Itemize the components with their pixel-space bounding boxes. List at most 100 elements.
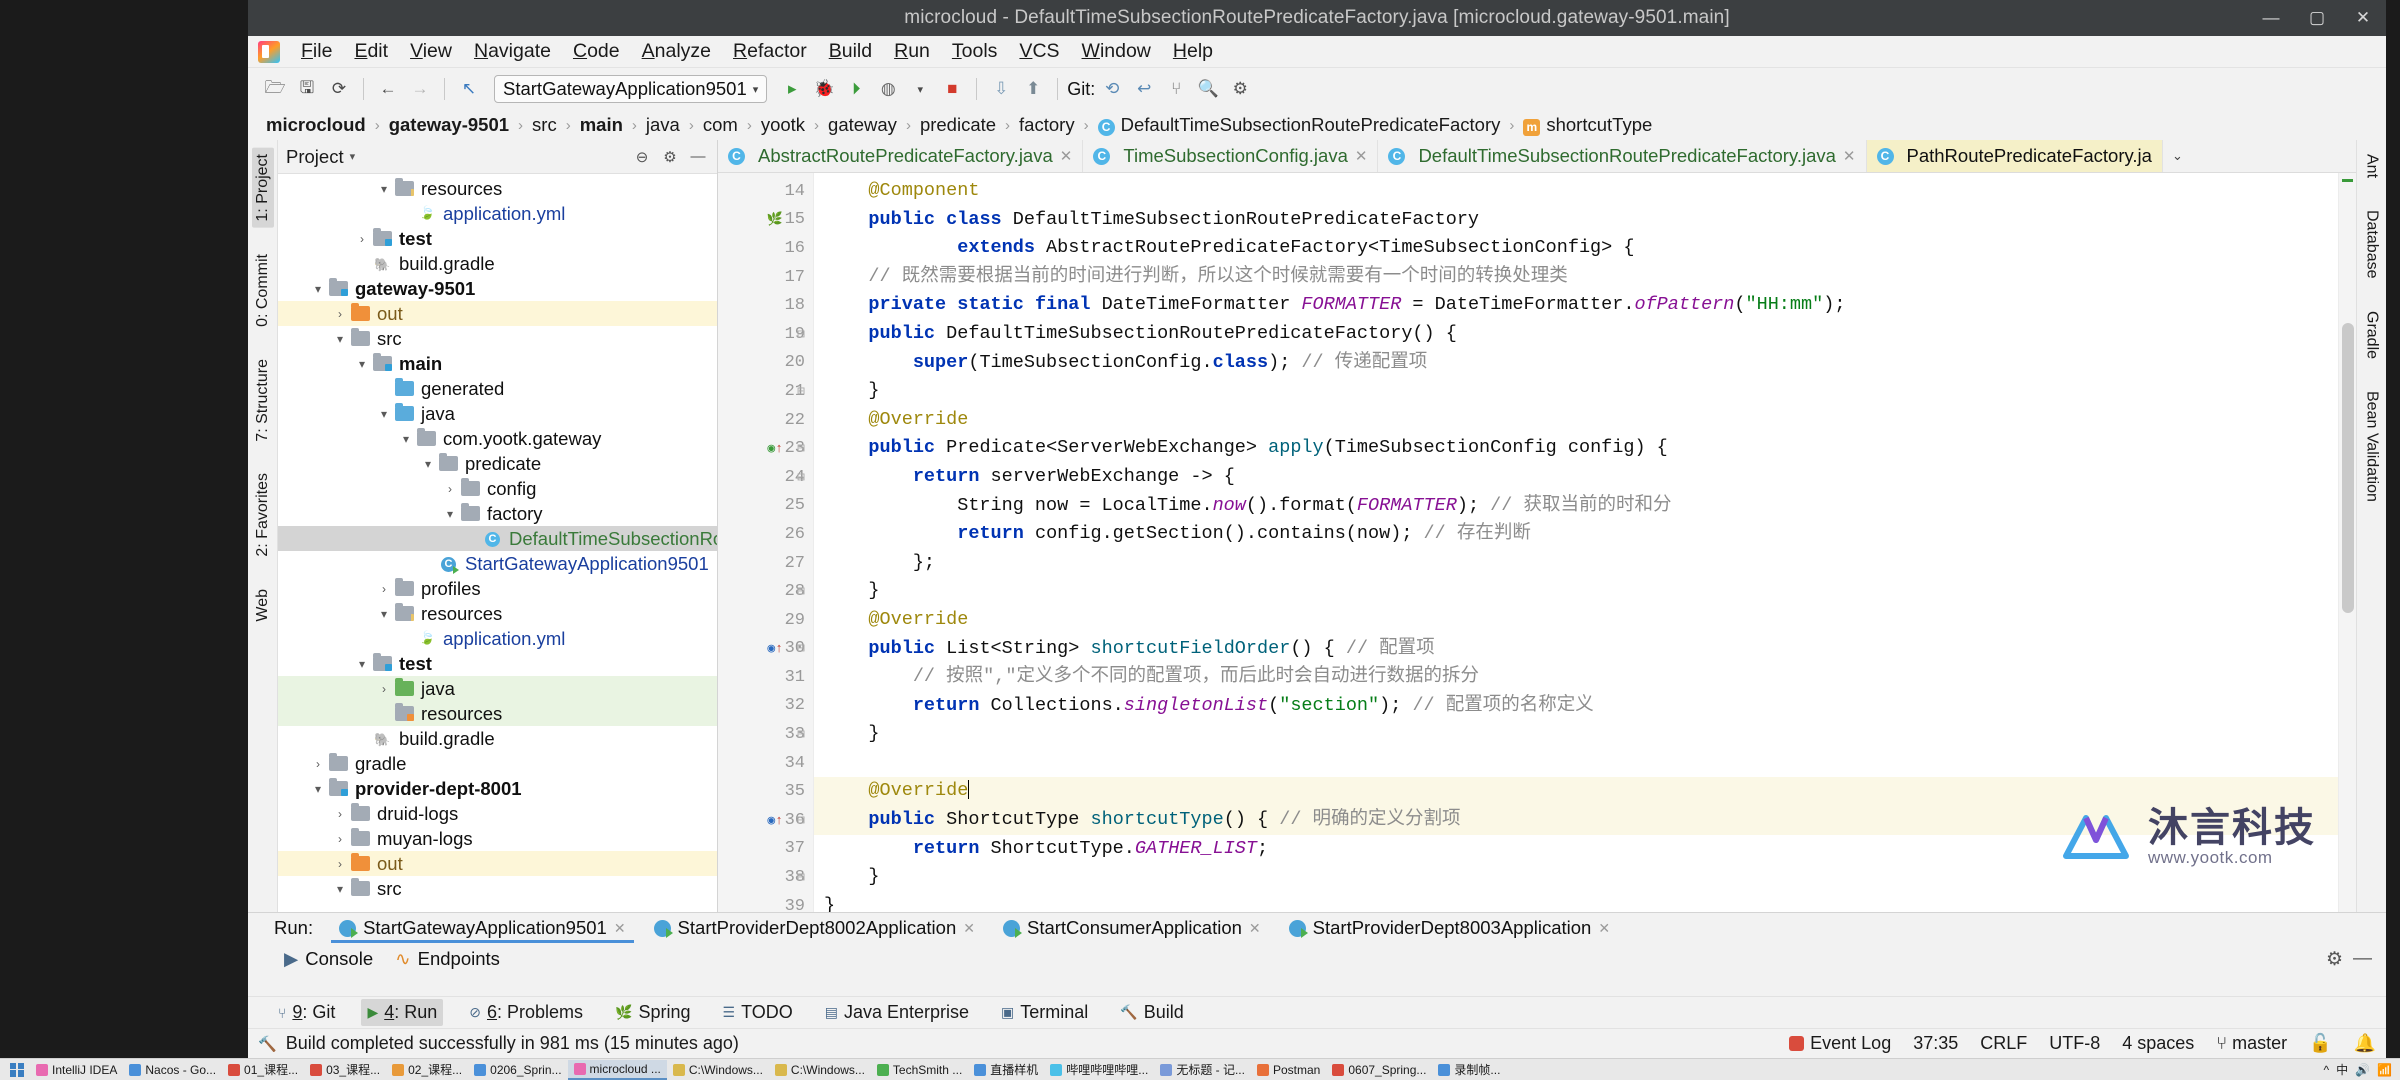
menu-item-refactor[interactable]: Refactor [722, 37, 818, 66]
profiler-icon[interactable]: ◍ [873, 74, 903, 104]
chevron-down-icon[interactable]: ▾ [374, 607, 394, 621]
breadcrumb-item-com[interactable]: com [697, 112, 744, 138]
lock-icon[interactable]: 🔓 [2309, 1033, 2331, 1054]
minimize-icon[interactable]: — [2353, 948, 2372, 970]
chevron-right-icon[interactable]: › [330, 807, 350, 821]
bottom-tab-build[interactable]: 🔨 Build [1114, 999, 1189, 1026]
sync-icon[interactable]: ⟳ [324, 74, 354, 104]
run-with-coverage-icon[interactable]: ⏵ [841, 74, 871, 104]
fold-toggle-icon[interactable]: ⊟ [793, 434, 809, 463]
breadcrumb-item-main[interactable]: main [574, 112, 629, 138]
chevron-down-icon[interactable]: ▾ [418, 457, 438, 471]
open-folder-icon[interactable]: 🗁 [260, 74, 290, 104]
tool-tab-beanvalidation[interactable]: Bean Validation [2361, 385, 2383, 508]
gutter-marker-override-green[interactable]: ◉↑ [767, 441, 783, 456]
tree-item[interactable]: ▾ test [278, 651, 717, 676]
bottom-tab-javaenterprise[interactable]: ▤ Java Enterprise [819, 999, 975, 1026]
git-commit-icon[interactable]: ⬆ [1018, 74, 1048, 104]
tree-item[interactable]: ›resources [278, 701, 717, 726]
forward-arrow-icon[interactable]: → [405, 74, 435, 104]
taskbar-item[interactable]: 03_课程... [304, 1060, 386, 1080]
breadcrumb-item-defaulttimesubsectionroutepredicatefactory[interactable]: C DefaultTimeSubsectionRoutePredicateFact… [1092, 112, 1507, 138]
taskbar-item[interactable]: 录制帧... [1432, 1060, 1506, 1080]
editor-tab-timesubsectionconfigjava[interactable]: C TimeSubsectionConfig.java ✕ [1083, 140, 1379, 172]
breadcrumb-item-factory[interactable]: factory [1013, 112, 1081, 138]
tree-item[interactable]: ›🐘build.gradle [278, 726, 717, 751]
bottom-tab-spring[interactable]: 🌿 Spring [609, 999, 696, 1026]
menu-item-navigate[interactable]: Navigate [463, 37, 562, 66]
tool-tab-7structure[interactable]: 7: Structure [252, 353, 274, 448]
breadcrumb-item-microcloud[interactable]: microcloud [260, 112, 372, 138]
update-project-icon[interactable]: ⇩ [986, 74, 1016, 104]
menu-item-view[interactable]: View [399, 37, 463, 66]
menu-item-help[interactable]: Help [1162, 37, 1224, 66]
chevron-down-icon[interactable]: ▾ [374, 182, 394, 196]
fold-toggle-icon[interactable]: ⊟ [793, 577, 809, 606]
run-configuration-selector[interactable]: StartGatewayApplication9501 ▾ [494, 75, 768, 103]
editor-tab-defaulttimesubsectionroutepredicatefactoryjava[interactable]: C DefaultTimeSubsectionRoutePredicateFact… [1378, 140, 1867, 172]
tray-icon[interactable]: ^ [2323, 1063, 2329, 1077]
breadcrumb-item-predicate[interactable]: predicate [914, 112, 1002, 138]
close-button[interactable]: ✕ [2340, 0, 2386, 36]
fold-toggle-icon[interactable]: ⊟ [793, 806, 809, 835]
close-icon[interactable]: ✕ [614, 920, 626, 937]
tree-item[interactable]: ▾ src [278, 326, 717, 351]
chevron-down-icon[interactable]: ▾ [396, 432, 416, 446]
tool-tab-1project[interactable]: 1: Project [251, 148, 274, 228]
tree-item[interactable]: › gradle [278, 751, 717, 776]
fold-toggle-icon[interactable]: ⊟ [793, 463, 809, 492]
gutter-marker-override-blue[interactable]: ◉↑ [767, 641, 783, 656]
taskbar-item[interactable]: 无标题 - 记... [1154, 1060, 1251, 1080]
tree-item[interactable]: ›🐘build.gradle [278, 251, 717, 276]
hide-panel-icon[interactable]: — [687, 146, 709, 168]
tree-item[interactable]: › muyan-logs [278, 826, 717, 851]
taskbar-item[interactable]: IntelliJ IDEA [30, 1060, 123, 1080]
tree-item[interactable]: › java [278, 676, 717, 701]
bottom-tab-4run[interactable]: ▶ 4: Run [361, 999, 444, 1026]
breadcrumb-item-gateway[interactable]: gateway [822, 112, 903, 138]
close-icon[interactable]: ✕ [1598, 920, 1610, 937]
indent-setting[interactable]: 4 spaces [2122, 1033, 2194, 1054]
taskbar-item[interactable]: C:\Windows... [769, 1060, 871, 1080]
chevron-right-icon[interactable]: › [330, 857, 350, 871]
tree-item[interactable]: ›CDefaultTimeSubsectionRoutePredica [278, 526, 717, 551]
fold-toggle-icon[interactable]: ⊟ [793, 863, 809, 892]
gutter-marker-spring[interactable]: 🌿 [767, 212, 783, 227]
chevron-right-icon[interactable]: › [374, 682, 394, 696]
editor-marker-bar[interactable] [2338, 173, 2356, 912]
file-encoding[interactable]: UTF-8 [2049, 1033, 2100, 1054]
breadcrumb-item-src[interactable]: src [526, 112, 563, 138]
chevron-down-icon[interactable]: ▾ [352, 357, 372, 371]
tree-item[interactable]: ▾ resources [278, 176, 717, 201]
menu-item-code[interactable]: Code [562, 37, 631, 66]
chevron-down-icon[interactable]: ▾ [330, 882, 350, 896]
taskbar-item[interactable]: Nacos - Go... [123, 1060, 222, 1080]
chevron-down-icon[interactable]: ▾ [374, 407, 394, 421]
gear-icon[interactable]: ⚙ [1225, 74, 1255, 104]
tree-item[interactable]: › profiles [278, 576, 717, 601]
taskbar-item[interactable]: C:\Windows... [667, 1060, 769, 1080]
tree-item[interactable]: ▾ src [278, 876, 717, 901]
taskbar-item[interactable]: microcloud ... [567, 1059, 667, 1080]
taskbar-item[interactable]: 哔哩哔哩哔哩... [1044, 1060, 1154, 1080]
taskbar-item[interactable]: 02_课程... [386, 1060, 468, 1080]
menu-item-run[interactable]: Run [883, 37, 941, 66]
event-log-button[interactable]: Event Log [1789, 1033, 1891, 1054]
fold-toggle-icon[interactable]: ⊟ [793, 377, 809, 406]
close-icon[interactable]: ✕ [1060, 147, 1073, 165]
run-tab-startproviderdept8002application[interactable]: StartProviderDept8002Application ✕ [640, 913, 989, 943]
maximize-button[interactable]: ▢ [2294, 0, 2340, 36]
git-rollback-icon[interactable]: ↩ [1129, 74, 1159, 104]
fold-toggle-icon[interactable]: ⊟ [793, 720, 809, 749]
tree-item[interactable]: › config [278, 476, 717, 501]
save-icon[interactable]: 🖫 [292, 74, 322, 104]
editor-tab-pathroutepredicatefactoryja[interactable]: C PathRoutePredicateFactory.ja [1866, 140, 2163, 172]
windows-start-icon[interactable] [4, 1060, 30, 1080]
bottom-tab-terminal[interactable]: ▣ Terminal [995, 999, 1094, 1026]
tool-tab-ant[interactable]: Ant [2361, 148, 2383, 184]
taskbar-item[interactable]: Postman [1251, 1060, 1326, 1080]
chevron-right-icon[interactable]: › [440, 482, 460, 496]
tree-item[interactable]: ›application.yml [278, 626, 717, 651]
tree-item[interactable]: ▾ gateway-9501 [278, 276, 717, 301]
notification-icon[interactable]: 🔔 [2354, 1033, 2376, 1054]
